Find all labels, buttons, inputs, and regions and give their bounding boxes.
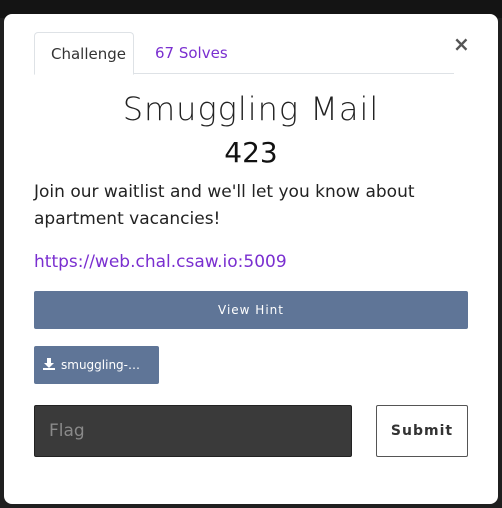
download-icon — [42, 357, 56, 374]
file-label: smuggling-m... — [61, 358, 149, 372]
modal-tabs: Challenge 67 Solves — [34, 32, 454, 75]
challenge-description: Join our waitlist and we'll let you know… — [34, 182, 415, 229]
flag-input[interactable] — [34, 405, 352, 457]
challenge-title: Smuggling Mail — [122, 90, 380, 128]
file-download-button[interactable]: smuggling-m... — [34, 346, 159, 384]
challenge-points: 423 — [224, 136, 278, 169]
close-icon[interactable]: × — [453, 32, 470, 56]
challenge-link[interactable]: https://web.chal.csaw.io:5009 — [34, 252, 287, 272]
tab-challenge[interactable]: Challenge — [34, 32, 134, 75]
challenge-modal: Challenge 67 Solves × Smuggling Mail 423… — [4, 14, 498, 504]
tab-solves[interactable]: 67 Solves — [139, 32, 244, 74]
view-hint-button[interactable]: View Hint — [34, 291, 468, 329]
submit-button[interactable]: Submit — [376, 405, 468, 457]
